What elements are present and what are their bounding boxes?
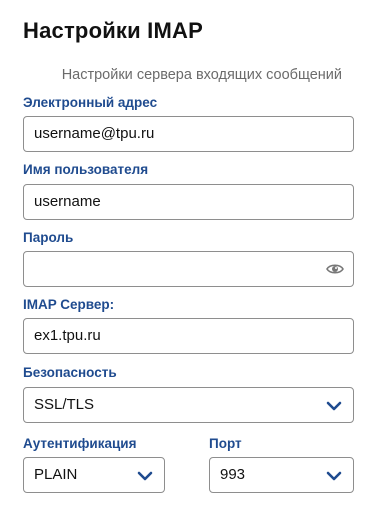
security-value: SSL/TLS xyxy=(34,396,95,413)
password-label: Пароль xyxy=(23,230,74,245)
security-label: Безопасность xyxy=(23,365,117,380)
chevron-down-icon xyxy=(326,471,342,481)
email-label: Электронный адрес xyxy=(23,95,158,110)
username-value: username xyxy=(34,193,101,210)
email-value: username@tpu.ru xyxy=(34,125,155,142)
username-field[interactable]: username xyxy=(23,184,354,220)
eye-icon[interactable] xyxy=(326,261,344,277)
page-title: Настройки IMAP xyxy=(23,18,203,43)
password-field[interactable] xyxy=(23,251,354,287)
chevron-down-icon xyxy=(137,471,153,481)
imap-server-field[interactable]: ex1.tpu.ru xyxy=(23,318,354,354)
auth-value: PLAIN xyxy=(34,466,78,483)
username-label: Имя пользователя xyxy=(23,162,149,177)
auth-label: Аутентификация xyxy=(23,436,137,451)
imap-server-label: IMAP Сервер: xyxy=(23,297,115,312)
chevron-down-icon xyxy=(326,401,342,411)
port-value: 993 xyxy=(220,466,246,483)
email-field[interactable]: username@tpu.ru xyxy=(23,116,354,152)
security-select[interactable]: SSL/TLS xyxy=(23,387,354,423)
imap-server-value: ex1.tpu.ru xyxy=(34,327,101,344)
auth-select[interactable]: PLAIN xyxy=(23,457,165,493)
port-select[interactable]: 993 xyxy=(209,457,354,493)
page-subtitle: Настройки сервера входящих сообщений xyxy=(61,67,342,83)
port-label: Порт xyxy=(209,436,242,451)
